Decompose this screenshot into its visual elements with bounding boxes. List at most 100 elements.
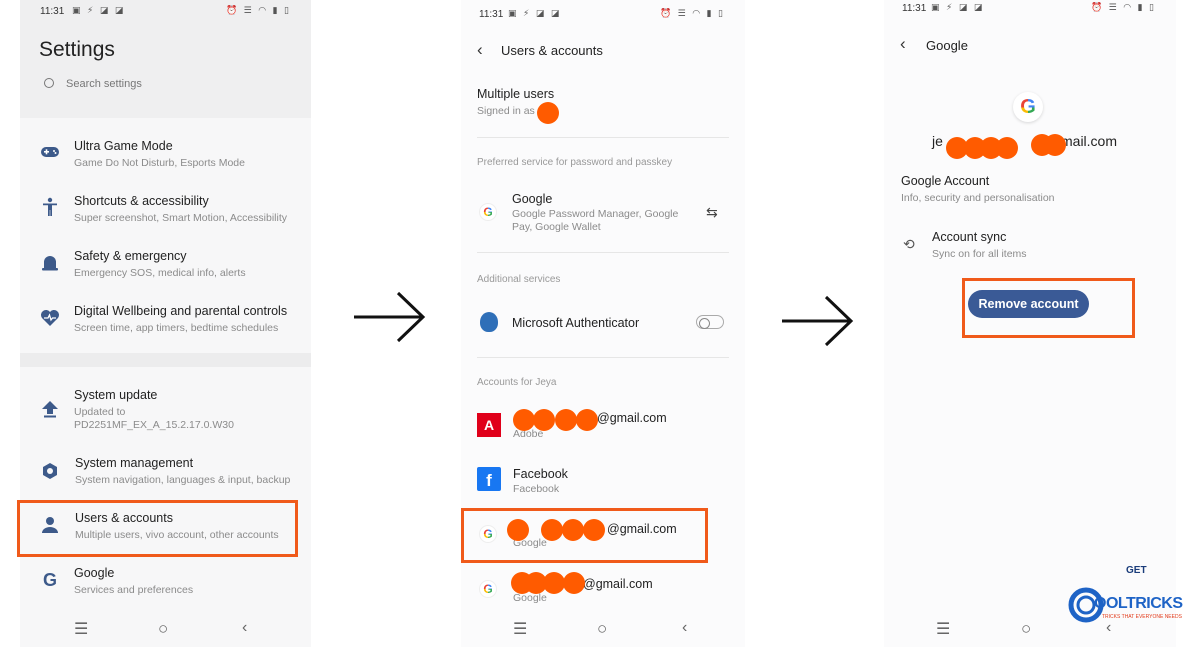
item-label: Account sync	[932, 230, 1007, 244]
item-subtitle: Sync on for all items	[932, 248, 1027, 260]
page-title: Settings	[39, 38, 115, 61]
settings-item-shortcuts-accessibility[interactable]: Shortcuts & accessibility Super screensh…	[20, 191, 311, 235]
logo-wordmark: OOLTRICKS	[1094, 595, 1183, 612]
item-subtitle: Super screenshot, Smart Motion, Accessib…	[74, 212, 288, 224]
item-subtitle: Info, security and personalisation	[901, 192, 1055, 204]
item-label: Google Account	[901, 174, 990, 188]
item-label: System update	[74, 388, 158, 402]
item-label: Microsoft Authenticator	[512, 316, 640, 330]
status-time: 11:31	[479, 9, 504, 20]
system-status-icons: ⏰ ☰ ◠ ▮ ▯	[225, 5, 291, 15]
back-nav-icon[interactable]: ‹	[682, 619, 687, 637]
item-subtitle: Game Do Not Disturb, Esports Mode	[74, 157, 245, 169]
home-nav-icon[interactable]: ○	[158, 619, 168, 639]
system-status-icons: ⏰ ☰ ◠ ▮ ▯	[659, 8, 725, 18]
item-subtitle: Emergency SOS, medical info, alerts	[74, 267, 246, 279]
account-email-prefix: je	[932, 133, 943, 149]
adobe-icon: A	[477, 413, 501, 437]
facebook-icon: f	[477, 467, 501, 491]
redaction-blob	[576, 409, 598, 431]
item-subtitle-2: Pay, Google Wallet	[512, 221, 601, 233]
home-nav-icon[interactable]: ○	[597, 619, 607, 639]
account-email-suffix: mail.com	[1061, 133, 1118, 149]
item-label: Google	[512, 192, 553, 206]
redaction-blob	[543, 572, 565, 594]
item-subtitle: Google Password Manager, Google	[512, 208, 679, 220]
status-bar: 11:31 ▣ ⚡ ◪ ◪ ⏰ ☰ ◠ ▮ ▯	[884, 0, 1176, 24]
logo-get: GET	[1126, 565, 1147, 576]
accessibility-icon	[40, 197, 60, 217]
redaction-blob	[537, 102, 559, 124]
logo-tagline: TRICKS THAT EVERYONE NEEDS	[1102, 614, 1182, 620]
highlight-box-google-account	[461, 508, 708, 563]
item-label: Google	[74, 566, 115, 580]
account-sync-row[interactable]: ⟲ Account sync Sync on for all items	[884, 228, 1176, 264]
section-header-additional: Additional services	[477, 274, 561, 285]
status-time: 11:31	[40, 6, 65, 17]
google-icon: G	[479, 580, 497, 598]
highlight-box-users-accounts	[17, 500, 298, 557]
redaction-blob	[1044, 134, 1066, 156]
cog-icon	[40, 461, 60, 481]
right-arrow-icon	[354, 291, 426, 343]
item-subtitle: System navigation, languages & input, ba…	[75, 474, 291, 486]
menu-nav-icon[interactable]: ☰	[74, 619, 88, 639]
search-input[interactable]: Search settings	[44, 77, 142, 90]
siren-icon	[40, 253, 60, 273]
settings-header: 11:31 ▣ ⚡ ◪ ◪ ⏰ ☰ ◠ ▮ ▯ Settings Search …	[20, 0, 311, 118]
search-icon	[44, 78, 54, 88]
google-logo-icon: G	[1013, 92, 1043, 122]
search-placeholder: Search settings	[66, 78, 142, 90]
divider	[477, 357, 729, 358]
account-email: @gmail.com	[583, 577, 653, 591]
account-row-facebook[interactable]: f Facebook Facebook	[461, 463, 745, 501]
item-subtitle-version: PD2251MF_EX_A_15.2.17.0.W30	[74, 419, 234, 431]
navigation-bar: ☰ ○ ‹	[461, 613, 745, 647]
account-type: Google	[513, 592, 547, 604]
home-nav-icon[interactable]: ○	[1021, 619, 1031, 639]
google-icon: G	[42, 569, 57, 590]
notification-icons: ▣ ⚡ ◪ ◪	[72, 5, 126, 15]
back-arrow-icon[interactable]: ‹	[900, 34, 906, 54]
system-status-icons: ⏰ ☰ ◠ ▮ ▯	[1090, 2, 1156, 12]
menu-nav-icon[interactable]: ☰	[513, 619, 527, 639]
settings-item-safety-emergency[interactable]: Safety & emergency Emergency SOS, medica…	[20, 246, 311, 290]
item-label: System management	[75, 456, 194, 470]
divider	[477, 137, 729, 138]
item-subtitle: Updated to	[74, 406, 126, 418]
authenticator-toggle[interactable]	[696, 315, 724, 329]
authenticator-lock-icon	[480, 312, 498, 332]
redaction-blob	[996, 137, 1018, 159]
preferred-google-row[interactable]: G Google Google Password Manager, Google…	[461, 190, 745, 240]
notification-icons: ▣ ⚡ ◪ ◪	[508, 8, 562, 18]
settings-item-system-management[interactable]: System management System navigation, lan…	[20, 453, 311, 497]
redaction-blob	[533, 409, 555, 431]
settings-item-google[interactable]: G Google Services and preferences	[20, 563, 311, 607]
section-header-accounts: Accounts for Jeya	[477, 377, 557, 388]
account-row-adobe[interactable]: A @gmail.com Adobe	[461, 407, 745, 445]
google-account-row[interactable]: Google Account Info, security and person…	[884, 172, 1176, 208]
account-type: Facebook	[513, 483, 560, 495]
back-arrow-icon[interactable]: ‹	[477, 40, 483, 60]
menu-nav-icon[interactable]: ☰	[936, 619, 950, 639]
highlight-box-remove-account	[962, 278, 1135, 338]
authenticator-row[interactable]: Microsoft Authenticator	[461, 310, 745, 338]
redaction-blob	[563, 572, 585, 594]
settings-item-system-update[interactable]: System update Updated to PD2251MF_EX_A_1…	[20, 385, 311, 435]
status-time: 11:31	[902, 3, 927, 14]
page-title: Users & accounts	[501, 43, 603, 58]
right-arrow-icon	[782, 295, 854, 347]
multiple-users-row[interactable]: Multiple users Signed in as	[461, 86, 745, 126]
account-row-google-2[interactable]: G @gmail.com Google	[461, 572, 745, 610]
redaction-blob	[513, 409, 535, 431]
item-label: Multiple users	[477, 87, 555, 101]
google-icon: G	[479, 203, 497, 221]
sync-icon: ⟲	[903, 236, 915, 252]
settings-item-digital-wellbeing[interactable]: Digital Wellbeing and parental controls …	[20, 301, 311, 345]
gettricks-logo: GET OOLTRICKS TRICKS THAT EVERYONE NEEDS	[1068, 565, 1183, 627]
settings-item-ultra-game-mode[interactable]: Ultra Game Mode Game Do Not Disturb, Esp…	[20, 136, 311, 180]
back-nav-icon[interactable]: ‹	[242, 619, 247, 637]
item-subtitle: Screen time, app timers, bedtime schedul…	[74, 322, 279, 334]
swap-icon[interactable]: ⇆	[706, 204, 718, 221]
navigation-bar: ☰ ○ ‹	[20, 613, 311, 647]
